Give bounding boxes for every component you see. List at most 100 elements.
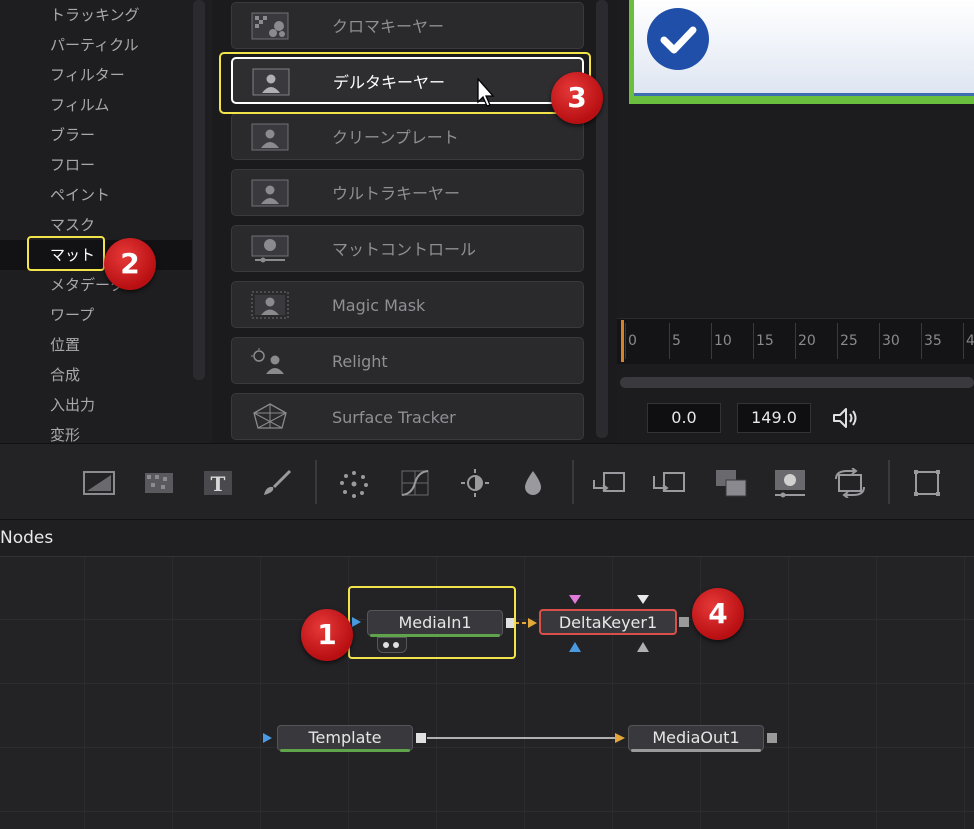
node-input-ports[interactable] — [568, 594, 658, 654]
node-template[interactable]: Template — [277, 725, 413, 752]
background-icon[interactable] — [82, 468, 116, 498]
channel-booleans-icon[interactable] — [714, 468, 748, 498]
category-paint[interactable]: ペイント — [0, 180, 192, 210]
effects-category-panel: トラッキング パーティクル フィルター フィルム ブラー フロー ペイント マス… — [0, 0, 212, 443]
ruler-label: 4 — [966, 333, 974, 349]
ruler-tick — [753, 323, 754, 359]
toolbar-separator — [315, 460, 317, 504]
fast-noise-icon[interactable] — [142, 468, 176, 498]
mouse-cursor-icon — [477, 78, 495, 107]
node-status-bar — [280, 749, 410, 752]
fusion-window: トラッキング パーティクル フィルター フィルム ブラー フロー ペイント マス… — [0, 0, 974, 829]
node-output-port[interactable] — [767, 733, 777, 743]
category-position[interactable]: 位置 — [0, 330, 192, 360]
ruler-label: 10 — [714, 333, 732, 349]
tool-list-scrollbar[interactable] — [596, 0, 608, 438]
category-particles[interactable]: パーティクル — [0, 30, 192, 60]
nodes-panel-header: Nodes — [0, 520, 974, 557]
checkmark-icon — [647, 8, 709, 70]
tool-label: Relight — [332, 352, 388, 371]
ruler-tick — [795, 323, 796, 359]
chroma-keyer-icon — [251, 12, 289, 40]
node-label: Template — [308, 728, 382, 747]
ruler-label: 15 — [756, 333, 774, 349]
ruler-label: 25 — [840, 333, 858, 349]
category-tracking[interactable]: トラッキング — [0, 0, 192, 30]
transform-icon[interactable] — [652, 468, 686, 498]
tool-label: Magic Mask — [332, 296, 426, 315]
tool-ultra-keyer[interactable]: ウルトラキーヤー — [231, 169, 584, 216]
category-transform[interactable]: 変形 — [0, 420, 192, 443]
step-badge-1: 1 — [301, 609, 353, 661]
category-io[interactable]: 入出力 — [0, 390, 192, 420]
clean-plate-icon — [251, 123, 289, 151]
tool-magic-mask[interactable]: Magic Mask — [231, 281, 584, 328]
ruler-tick — [669, 323, 670, 359]
matte-control-icon — [251, 235, 289, 263]
particles-icon[interactable] — [337, 468, 371, 498]
tool-label: クリーンプレート — [332, 128, 459, 147]
step-badge-3: 3 — [551, 72, 603, 124]
ruler-label: 5 — [672, 333, 681, 349]
render-start-field[interactable]: 0.0 — [647, 403, 721, 433]
ultra-keyer-icon — [251, 179, 289, 207]
node-status-bar — [631, 749, 761, 752]
ruler-label: 35 — [924, 333, 942, 349]
speaker-icon[interactable] — [832, 406, 860, 430]
ruler-tick — [711, 323, 712, 359]
category-blur[interactable]: ブラー — [0, 120, 192, 150]
ruler-tick — [921, 323, 922, 359]
surface-tracker-icon — [253, 403, 287, 429]
tool-label: クロマキーヤー — [332, 17, 445, 36]
tool-relight[interactable]: Relight — [231, 337, 584, 384]
tool-label: Surface Tracker — [332, 408, 456, 427]
ruler-label: 0 — [628, 333, 637, 349]
toolbar-separator — [888, 460, 890, 504]
tool-label: ウルトラキーヤー — [332, 184, 461, 203]
brightness-contrast-icon[interactable] — [458, 468, 492, 498]
crop-icon[interactable] — [910, 468, 944, 498]
playhead[interactable] — [621, 320, 624, 362]
tool-surface-tracker[interactable]: Surface Tracker — [231, 393, 584, 440]
ruler-tick — [837, 323, 838, 359]
text-icon[interactable]: T — [201, 468, 235, 498]
node-output-port[interactable] — [679, 617, 689, 627]
svg-text:T: T — [211, 472, 226, 496]
toolbar-separator — [572, 460, 574, 504]
category-scrollbar[interactable] — [193, 0, 205, 380]
tool-matte-control[interactable]: マットコントロール — [231, 225, 584, 272]
ruler-tick — [625, 323, 626, 359]
matte-control-tb-icon[interactable] — [773, 468, 807, 498]
magic-mask-icon — [251, 291, 289, 319]
tool-highlight-box — [219, 52, 591, 114]
transform-loop-icon[interactable] — [833, 468, 867, 498]
ruler-label: 30 — [882, 333, 900, 349]
tool-label: マットコントロール — [332, 240, 477, 259]
category-highlight-box — [27, 236, 105, 271]
render-end-field[interactable]: 149.0 — [737, 403, 811, 433]
fusion-toolbar: T — [0, 443, 974, 520]
relight-icon — [251, 348, 284, 374]
tool-chroma-keyer[interactable]: クロマキーヤー — [231, 2, 584, 49]
category-film[interactable]: フィルム — [0, 90, 192, 120]
step-badge-2: 2 — [104, 238, 156, 290]
step-badge-4: 4 — [692, 588, 744, 640]
node-output-port[interactable] — [416, 733, 426, 743]
category-metadata[interactable]: メタデータ — [0, 270, 192, 300]
blur-icon[interactable] — [516, 468, 550, 498]
node-media-out[interactable]: MediaOut1 — [628, 725, 764, 752]
tool-clean-plate[interactable]: クリーンプレート — [231, 113, 584, 160]
timeline-ruler[interactable]: 0 5 10 15 20 25 30 35 4 — [617, 318, 974, 364]
category-composite[interactable]: 合成 — [0, 360, 192, 390]
category-filter[interactable]: フィルター — [0, 60, 192, 90]
nodes-panel-title: Nodes — [0, 528, 54, 548]
paint-icon[interactable] — [260, 468, 294, 498]
ruler-label: 20 — [798, 333, 816, 349]
merge-icon[interactable] — [592, 468, 626, 498]
node-label: MediaOut1 — [652, 728, 740, 747]
ruler-tick — [879, 323, 880, 359]
timeline-scrub-bar[interactable] — [620, 377, 974, 388]
category-flow[interactable]: フロー — [0, 150, 192, 180]
color-curves-icon[interactable] — [398, 468, 432, 498]
category-warp[interactable]: ワープ — [0, 300, 192, 330]
